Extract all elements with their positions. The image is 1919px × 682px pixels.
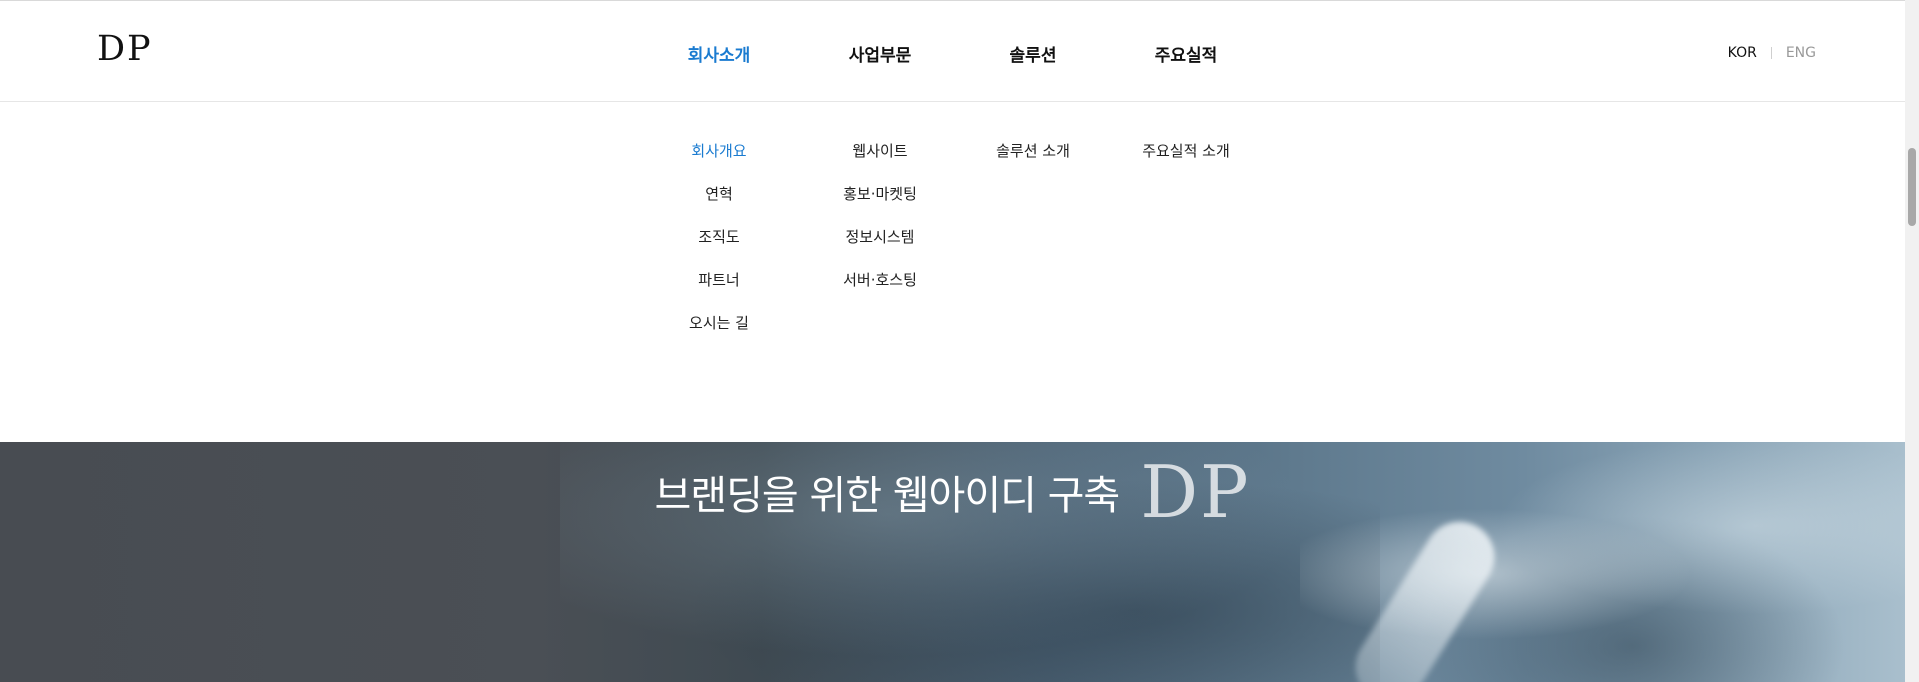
hero-logo-mark: DP xyxy=(1140,450,1251,534)
nav-item-portfolio[interactable]: 주요실적 xyxy=(1155,41,1218,66)
main-nav: 회사소개 사업부문 솔루션 주요실적 xyxy=(0,41,1905,66)
lang-divider xyxy=(1770,47,1772,59)
mega-column-company: 회사개요 연혁 조직도 파트너 오시는 길 xyxy=(689,141,749,356)
language-switcher: KOR ENG xyxy=(1728,45,1816,61)
hero-banner: 브랜딩을 위한 웹아이디 구축 DP xyxy=(0,442,1905,682)
page-scrollbar[interactable] xyxy=(1905,0,1919,682)
submenu-organization[interactable]: 조직도 xyxy=(698,227,739,270)
page: DP 회사소개 사업부문 솔루션 주요실적 KOR ENG 회사개요 연혁 조직… xyxy=(0,0,1905,682)
submenu-website[interactable]: 웹사이트 xyxy=(852,141,907,184)
nav-item-business[interactable]: 사업부문 xyxy=(849,41,912,66)
mega-column-solution: 솔루션 소개 xyxy=(996,141,1070,184)
lang-kor-link[interactable]: KOR xyxy=(1728,45,1757,61)
nav-item-solution[interactable]: 솔루션 xyxy=(1010,41,1057,66)
nav-item-company[interactable]: 회사소개 xyxy=(688,41,751,66)
submenu-information-system[interactable]: 정보시스템 xyxy=(845,227,914,270)
site-header: DP 회사소개 사업부문 솔루션 주요실적 KOR ENG xyxy=(0,1,1905,102)
submenu-solution-intro[interactable]: 솔루션 소개 xyxy=(996,141,1070,184)
mega-column-portfolio: 주요실적 소개 xyxy=(1142,141,1230,184)
submenu-partners[interactable]: 파트너 xyxy=(698,270,739,313)
submenu-directions[interactable]: 오시는 길 xyxy=(689,313,749,356)
lang-eng-link[interactable]: ENG xyxy=(1786,45,1816,61)
submenu-history[interactable]: 연혁 xyxy=(705,184,733,227)
submenu-overview[interactable]: 회사개요 xyxy=(691,141,746,184)
mega-column-business: 웹사이트 홍보·마켓팅 정보시스템 서버·호스팅 xyxy=(843,141,917,313)
submenu-marketing[interactable]: 홍보·마켓팅 xyxy=(843,184,917,227)
mega-menu: 회사개요 연혁 조직도 파트너 오시는 길 웹사이트 홍보·마켓팅 정보시스템 … xyxy=(0,103,1905,441)
hero-heading: 브랜딩을 위한 웹아이디 구축 DP xyxy=(0,450,1905,534)
scrollbar-thumb[interactable] xyxy=(1908,148,1916,226)
submenu-portfolio-intro[interactable]: 주요실적 소개 xyxy=(1142,141,1230,184)
submenu-hosting[interactable]: 서버·호스팅 xyxy=(843,270,917,313)
hero-title-text: 브랜딩을 위한 웹아이디 구축 xyxy=(654,473,1120,519)
